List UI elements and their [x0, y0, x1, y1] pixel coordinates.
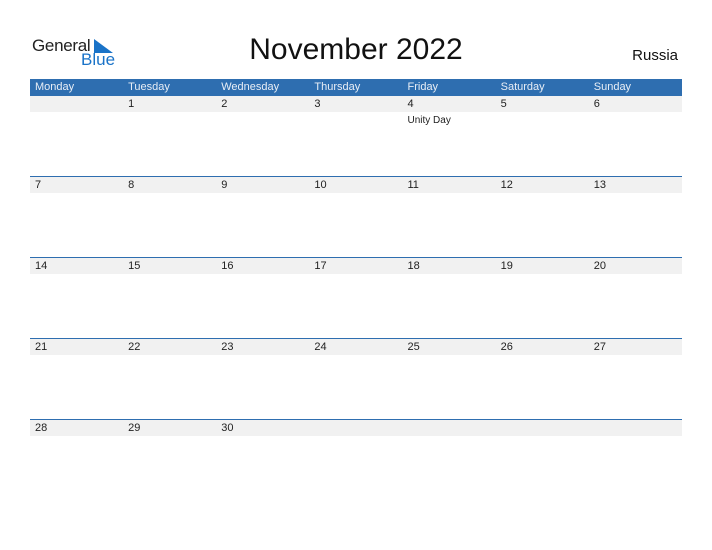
week-row: 14 15 16 17 18 19 20 [30, 257, 682, 277]
day-number: 5 [500, 98, 507, 110]
holiday-event [123, 274, 216, 277]
holiday-event [216, 112, 309, 126]
day-number: 11 [407, 179, 419, 191]
day-number-row: 14 15 16 17 18 19 20 [30, 258, 682, 274]
holiday-event [123, 436, 216, 439]
weekday-friday: Friday [407, 81, 439, 93]
day-number [403, 420, 496, 436]
day-number: 4 [407, 98, 414, 110]
holiday-event [496, 193, 589, 196]
holiday-event [216, 193, 309, 196]
day-number: 28 [35, 422, 48, 434]
day-number: 17 [314, 260, 327, 272]
event-row [30, 436, 682, 439]
country-label: Russia [632, 47, 678, 64]
day-number: 27 [593, 341, 606, 353]
holiday-event [30, 274, 123, 277]
day-number: 26 [500, 341, 513, 353]
day-number: 1 [128, 98, 135, 110]
holiday-event [309, 274, 402, 277]
weekday-tuesday: Tuesday [128, 81, 170, 93]
holiday-event [589, 274, 682, 277]
day-number: 19 [500, 260, 513, 272]
weekday-thursday: Thursday [314, 81, 361, 93]
day-number: 25 [407, 341, 420, 353]
day-number: 10 [314, 179, 327, 191]
day-number [496, 420, 589, 436]
holiday-event [309, 112, 402, 126]
holiday-event [309, 193, 402, 196]
holiday-event [496, 274, 589, 277]
day-number: 7 [35, 179, 42, 191]
day-number: 23 [221, 341, 234, 353]
holiday-event [496, 436, 589, 439]
holiday-event [309, 436, 402, 439]
holiday-event [30, 355, 123, 358]
weekday-wednesday: Wednesday [221, 81, 280, 93]
holiday-event [30, 436, 123, 439]
holiday-event [30, 193, 123, 196]
holiday-event [309, 355, 402, 358]
event-row [30, 274, 682, 277]
week-row: 1 2 3 4 5 6 Unity Day [30, 96, 682, 126]
day-number: 15 [128, 260, 141, 272]
day-number: 22 [128, 341, 141, 353]
day-number [30, 96, 123, 112]
holiday-event [123, 193, 216, 196]
day-number [309, 420, 402, 436]
day-number: 9 [221, 179, 228, 191]
day-number: 21 [35, 341, 48, 353]
event-row: Unity Day [30, 112, 682, 126]
day-number-row: 7 8 9 10 11 12 13 [30, 177, 682, 193]
day-number: 24 [314, 341, 327, 353]
holiday-event [589, 112, 682, 126]
holiday-event [216, 355, 309, 358]
day-number: 12 [500, 179, 513, 191]
day-number: 14 [35, 260, 48, 272]
week-row: 28 29 30 [30, 419, 682, 439]
holiday-event [123, 355, 216, 358]
holiday-event [403, 355, 496, 358]
holiday-event: Unity Day [407, 115, 451, 126]
holiday-event [589, 436, 682, 439]
day-number: 20 [593, 260, 606, 272]
day-number: 18 [407, 260, 420, 272]
holiday-event [403, 193, 496, 196]
weekday-saturday: Saturday [500, 81, 545, 93]
day-number: 16 [221, 260, 234, 272]
holiday-event [496, 112, 589, 126]
event-row [30, 355, 682, 358]
day-number: 6 [593, 98, 600, 110]
weekday-sunday: Sunday [593, 81, 632, 93]
day-number: 13 [593, 179, 606, 191]
holiday-event [589, 193, 682, 196]
holiday-event [589, 355, 682, 358]
holiday-event [403, 274, 496, 277]
holiday-event [30, 112, 123, 126]
day-number: 3 [314, 98, 321, 110]
day-number-row: 28 29 30 [30, 420, 682, 436]
day-number: 8 [128, 179, 135, 191]
day-number: 29 [128, 422, 141, 434]
day-number: 2 [221, 98, 228, 110]
holiday-event [216, 436, 309, 439]
holiday-event [403, 436, 496, 439]
day-number [589, 420, 682, 436]
week-row: 21 22 23 24 25 26 27 [30, 338, 682, 358]
day-number-row: 21 22 23 24 25 26 27 [30, 339, 682, 355]
page-title: November 2022 [249, 33, 463, 66]
holiday-event [216, 274, 309, 277]
weekday-monday: Monday [35, 81, 75, 93]
day-number: 30 [221, 422, 234, 434]
holiday-event [496, 355, 589, 358]
holiday-event [123, 112, 216, 126]
event-row [30, 193, 682, 196]
weekday-header: Monday Tuesday Wednesday Thursday Friday… [30, 79, 682, 96]
week-row: 7 8 9 10 11 12 13 [30, 176, 682, 196]
day-number-row: 1 2 3 4 5 6 [30, 96, 682, 112]
